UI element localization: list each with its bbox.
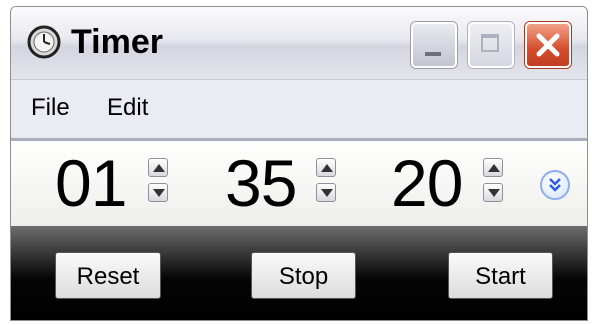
hours-up-button[interactable] — [148, 158, 168, 177]
down-arrow-icon — [321, 189, 333, 197]
menu-bar: File Edit — [11, 79, 587, 141]
clock-icon — [27, 25, 61, 59]
seconds-up-button[interactable] — [483, 158, 503, 177]
timer-window: Timer File Edit 01 35 20 Reset Stop Star… — [10, 6, 588, 321]
menu-file[interactable]: File — [31, 94, 70, 122]
up-arrow-icon — [153, 164, 165, 172]
minutes-value: 35 — [225, 146, 297, 220]
minimize-icon — [425, 52, 441, 56]
hours-spinner[interactable] — [148, 158, 170, 204]
stop-button[interactable]: Stop — [251, 252, 356, 299]
maximize-button[interactable] — [468, 22, 514, 68]
reset-button[interactable]: Reset — [55, 252, 161, 299]
close-button[interactable] — [525, 22, 571, 68]
minutes-spinner[interactable] — [316, 158, 338, 204]
menu-edit[interactable]: Edit — [107, 94, 148, 122]
control-bar: Reset Stop Start — [11, 226, 587, 320]
maximize-icon — [481, 34, 499, 52]
window-title: Timer — [71, 23, 163, 61]
seconds-value: 20 — [391, 146, 463, 220]
close-icon — [536, 33, 560, 57]
hours-down-button[interactable] — [148, 183, 168, 202]
up-arrow-icon — [321, 164, 333, 172]
minutes-up-button[interactable] — [316, 158, 336, 177]
start-button[interactable]: Start — [448, 252, 553, 299]
seconds-down-button[interactable] — [483, 183, 503, 202]
timer-display: 01 35 20 — [11, 141, 587, 226]
minimize-button[interactable] — [411, 22, 457, 68]
minutes-down-button[interactable] — [316, 183, 336, 202]
up-arrow-icon — [488, 164, 500, 172]
expand-button[interactable] — [540, 170, 570, 200]
seconds-spinner[interactable] — [483, 158, 505, 204]
title-bar[interactable]: Timer — [11, 7, 587, 79]
hours-value: 01 — [55, 146, 127, 220]
down-arrow-icon — [488, 189, 500, 197]
double-chevron-down-icon — [549, 178, 561, 192]
down-arrow-icon — [153, 189, 165, 197]
